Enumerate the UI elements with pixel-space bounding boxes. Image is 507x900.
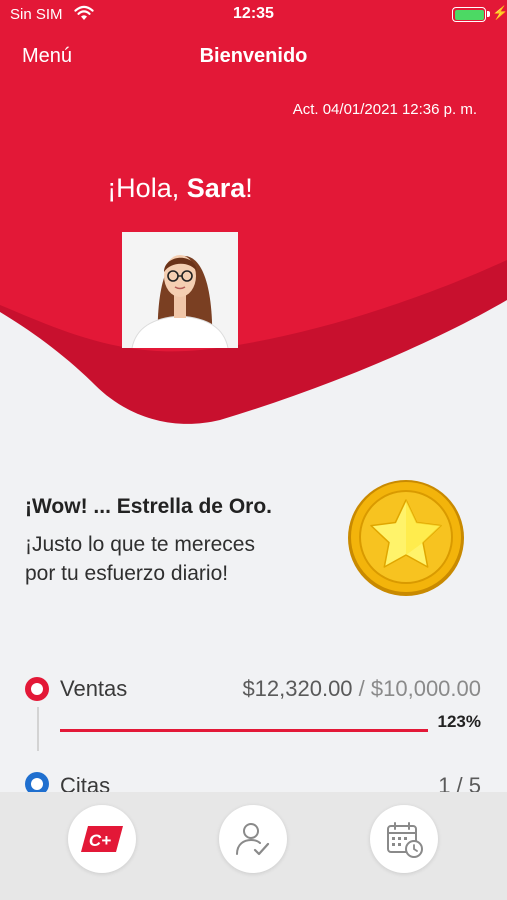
ventas-goal: $10,000.00 [370, 676, 481, 701]
greeting: ¡Hola, Sara! [0, 173, 360, 204]
gold-star-medal-icon [348, 480, 464, 596]
clock: 12:35 [233, 5, 274, 22]
ventas-label: Ventas [60, 676, 128, 701]
tab-bar: C+ [0, 792, 507, 900]
award-message-line-2: por tu esfuerzo diario! [25, 562, 229, 585]
award-message: ¡Justo lo que te mereces por tu esfuerzo… [25, 530, 325, 588]
charging-icon: ⚡ [492, 5, 507, 20]
award-title: ¡Wow! ... Estrella de Oro. [25, 495, 272, 518]
ventas-indicator-icon [25, 677, 49, 701]
ventas-separator: / [352, 676, 371, 701]
user-check-icon [236, 823, 270, 856]
greeting-suffix: ! [245, 173, 253, 203]
battery-icon [452, 7, 486, 22]
calendar-clock-icon [387, 822, 423, 858]
c-plus-logo-text: C+ [89, 831, 111, 850]
ventas-progress-bar [60, 729, 428, 732]
battery-cap [487, 11, 490, 17]
ventas-current: $12,320.00 [242, 676, 353, 701]
user-name: Sara [186, 173, 246, 203]
page-title: Bienvenido [199, 45, 308, 67]
last-updated-label: Act. 04/01/2021 12:36 p. m. [292, 101, 477, 118]
status-bar: Sin SIM 12:35 ⚡ [0, 0, 507, 30]
ventas-percent: 123% [437, 712, 481, 731]
tab-home[interactable]: C+ [68, 805, 136, 873]
c-plus-logo-icon: C+ [81, 826, 123, 852]
award-message-line-1: ¡Justo lo que te mereces [25, 533, 255, 556]
avatar [122, 232, 238, 348]
ventas-progress-fill [60, 729, 428, 732]
tab-calendar[interactable] [370, 805, 438, 873]
timeline-connector [37, 707, 39, 751]
greeting-prefix: ¡Hola, [107, 173, 187, 203]
ventas-value: $12,320.00 / $10,000.00 [242, 676, 481, 702]
tab-profile[interactable] [219, 805, 287, 873]
